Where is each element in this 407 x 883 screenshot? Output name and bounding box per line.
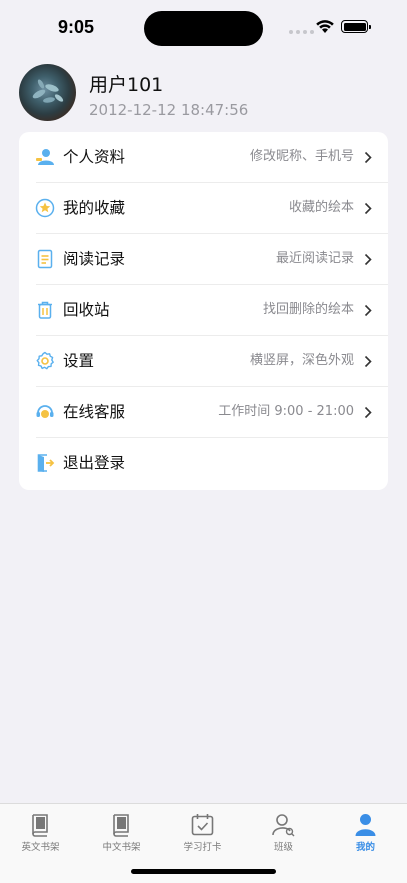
user-name: 用户101: [89, 74, 164, 96]
menu-item-hint: 收藏的绘本: [288, 200, 354, 215]
menu-item-hint: 横竖屏，深色外观: [249, 353, 354, 368]
menu-item-label: 个人资料: [63, 148, 126, 166]
menu-item-logout[interactable]: 退出登录: [19, 438, 388, 489]
menu-item-label: 在线客服: [63, 403, 126, 421]
battery-icon: [341, 20, 371, 33]
menu-item-label: 退出登录: [63, 454, 126, 472]
document-icon: [37, 249, 53, 269]
menu-item-settings[interactable]: 设置 横竖屏，深色外观: [19, 336, 388, 387]
menu-item-label: 阅读记录: [63, 250, 126, 268]
trash-icon: [38, 301, 52, 319]
menu-item-hint: 最近阅读记录: [275, 251, 354, 266]
calendar-check-icon: [191, 814, 214, 836]
gear-icon: [36, 351, 54, 370]
user-date: 2012-12-12 18:47:56: [89, 101, 249, 119]
chevron-right-icon: [364, 304, 372, 317]
chevron-right-icon: [364, 202, 372, 215]
class-icon: [272, 814, 295, 837]
wifi-icon: [316, 20, 334, 33]
profile-icon: [355, 814, 376, 836]
menu-item-customer-service[interactable]: 在线客服 工作时间 9:00 - 21:00: [19, 387, 388, 438]
tab-label: 英文书架: [21, 842, 60, 853]
menu-item-trash[interactable]: 回收站 找回删除的绘本: [19, 285, 388, 336]
logout-icon: [37, 454, 55, 472]
tab-label: 学习打卡: [183, 842, 222, 853]
person-icon: [36, 149, 54, 165]
avatar[interactable]: [19, 64, 76, 121]
home-indicator: [131, 869, 276, 874]
status-bar: 9:05: [0, 0, 407, 54]
menu-item-hint: 工作时间 9:00 - 21:00: [218, 404, 354, 419]
tab-class[interactable]: 班级: [243, 804, 324, 860]
tab-english-bookshelf[interactable]: 英文书架: [0, 804, 81, 860]
menu-item-profile[interactable]: 个人资料 修改昵称、手机号: [19, 132, 388, 183]
chevron-right-icon: [364, 151, 372, 164]
dynamic-island: [144, 11, 263, 46]
star-icon: [35, 198, 55, 218]
chevron-right-icon: [364, 355, 372, 368]
book-icon: [32, 814, 48, 837]
menu-item-favorites[interactable]: 我的收藏 收藏的绘本: [19, 183, 388, 234]
tab-label: 中文书架: [102, 842, 141, 853]
headset-icon: [36, 405, 54, 418]
menu-item-reading-history[interactable]: 阅读记录 最近阅读记录: [19, 234, 388, 285]
tab-study-checkin[interactable]: 学习打卡: [162, 804, 243, 860]
menu-card: 个人资料 修改昵称、手机号 我的收藏 收藏的绘本 阅读记录 最近阅读记录 回收站…: [19, 132, 388, 490]
chevron-right-icon: [364, 253, 372, 266]
menu-item-label: 我的收藏: [63, 199, 126, 217]
book-icon: [113, 814, 129, 837]
menu-item-label: 设置: [63, 352, 95, 370]
menu-item-hint: 修改昵称、手机号: [249, 149, 354, 164]
tab-chinese-bookshelf[interactable]: 中文书架: [81, 804, 162, 860]
cellular-signal-icon: [289, 30, 314, 34]
status-time: 9:05: [58, 17, 95, 37]
tab-label: 我的: [355, 842, 375, 853]
chevron-right-icon: [364, 406, 372, 419]
tab-label: 班级: [273, 842, 293, 853]
menu-item-hint: 找回删除的绘本: [262, 302, 354, 317]
tab-mine[interactable]: 我的: [325, 804, 406, 860]
menu-item-label: 回收站: [63, 301, 110, 319]
